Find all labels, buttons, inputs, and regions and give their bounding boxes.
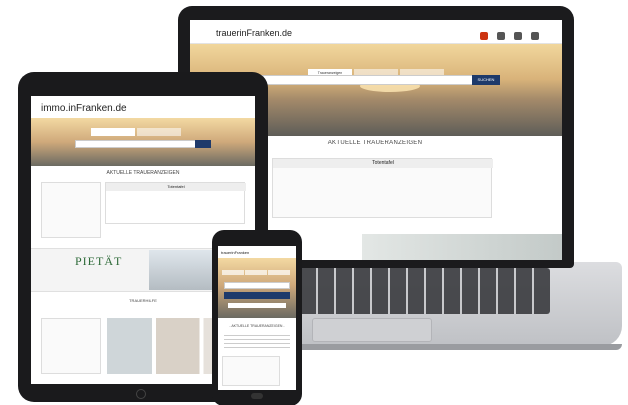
phone-section-title: - AKTUELLE TRAUERANZEIGEN -	[229, 324, 285, 328]
tablet-tab-secondary[interactable]	[137, 128, 181, 136]
laptop-site-header: trauerinFranken.de	[190, 20, 562, 44]
tablet-tab-active[interactable]	[91, 128, 135, 136]
tablet-ad-title: PIETÄT	[75, 254, 123, 268]
laptop-search-button[interactable]: SUCHEN	[472, 75, 500, 85]
tablet-section-title-2: TRAUERHILFE	[129, 298, 157, 303]
tablet-search-input[interactable]	[75, 140, 211, 148]
phone-screen: trauerinFranken - AKTUELLE TRAUERANZEIGE…	[218, 246, 296, 390]
search-icon[interactable]	[497, 32, 505, 40]
tablet-site-header: immo.inFranken.de	[31, 96, 255, 116]
tablet-section-title: AKTUELLE TRAUERANZEIGEN	[106, 170, 180, 176]
phone-tab-3[interactable]	[268, 270, 290, 275]
phone-search-button[interactable]	[224, 292, 290, 299]
phone-search-tabs	[222, 262, 291, 280]
menu-icon[interactable]	[531, 32, 539, 40]
phone-section-text	[224, 332, 290, 348]
tablet-obituary-card[interactable]: Totentafel	[105, 182, 246, 224]
tablet-search-tabs	[91, 123, 183, 141]
laptop-section-title: AKTUELLE TRAUERANZEIGEN	[327, 140, 423, 146]
tablet-card-title: Totentafel	[106, 183, 246, 191]
laptop-trackpad	[312, 318, 432, 342]
laptop-obituary-card[interactable]: Totentafel	[272, 158, 493, 218]
tablet-search-button[interactable]	[195, 140, 211, 148]
laptop-header-icons	[480, 27, 548, 45]
candle-icon[interactable]	[480, 32, 488, 40]
phone-search-input[interactable]	[224, 282, 290, 289]
phone-site-logo[interactable]: trauerinFranken	[221, 250, 249, 255]
tablet-link-list	[41, 318, 101, 374]
tablet-home-button	[136, 389, 146, 399]
phone-home-indicator	[251, 393, 263, 399]
phone-obituary-card[interactable]	[222, 356, 280, 386]
laptop-search-input[interactable]	[260, 75, 500, 85]
tablet-sidebar-box	[41, 182, 101, 238]
phone-tab-1[interactable]	[222, 270, 244, 275]
phone-advanced-search-link[interactable]	[228, 303, 286, 308]
user-icon[interactable]	[514, 32, 522, 40]
tablet-site-logo[interactable]: immo.inFranken.de	[41, 103, 127, 114]
laptop-site-logo[interactable]: trauerinFranken.de	[216, 28, 292, 38]
laptop-card-title: Totentafel	[273, 159, 493, 168]
phone-tab-2[interactable]	[245, 270, 267, 275]
laptop-ad-banner[interactable]	[362, 234, 562, 260]
